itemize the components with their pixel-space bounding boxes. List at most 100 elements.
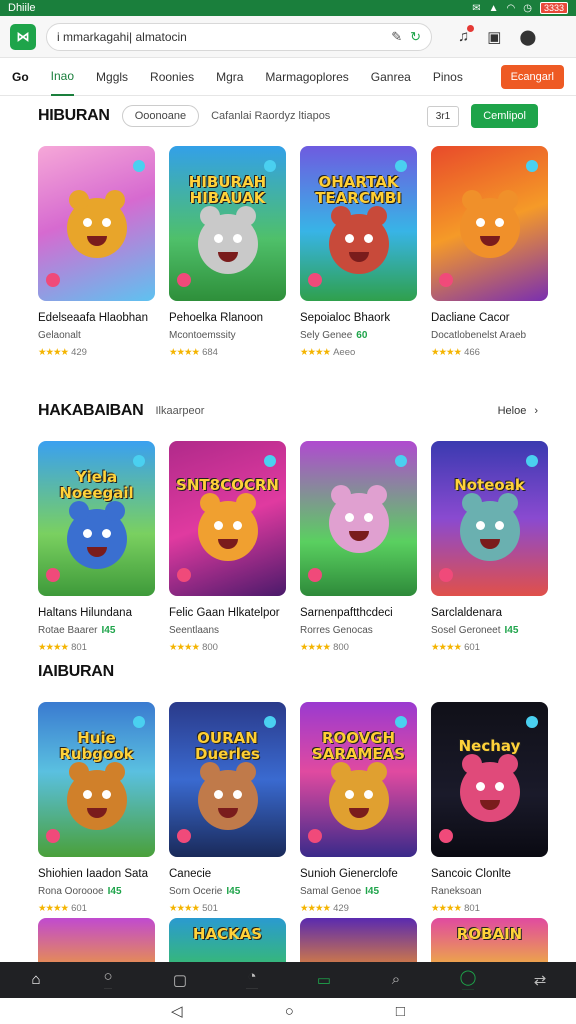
bottom-nav-item[interactable]: ⌕ [366,971,426,989]
game-thumbnail[interactable] [431,146,548,301]
nav-tab[interactable]: Ganrea [371,58,411,96]
nav-tab[interactable]: Mggls [96,58,128,96]
bottom-nav-item[interactable]: ▢ [150,971,210,990]
game-card[interactable]: HIBURAH HIBAUAK Pehoelka Rlanoon Mcontoems… [169,146,286,358]
game-title[interactable]: Felic Gaan Hlkatelpor [169,607,286,619]
game-thumbnail[interactable] [38,146,155,301]
home-icon[interactable]: ○ [285,1003,294,1020]
game-thumbnail[interactable] [300,918,417,962]
nav-tab[interactable]: Marmagoplores [265,58,348,96]
game-card[interactable]: Nechay Sancoic Clonlte Raneksoan ★★★★ 801 [431,702,548,914]
nav-tab[interactable]: Roonies [150,58,194,96]
game-title[interactable]: Haltans Hilundana [38,607,155,619]
game-card[interactable]: HACKAS [169,918,286,962]
game-card[interactable]: Dacliane Cacor Docatlobenelst Araeb ★★★★ 46… [431,146,548,358]
nav-tab[interactable]: Pinos [433,58,463,96]
site-logo-icon[interactable]: ⋈ [10,23,36,50]
bottom-nav-item[interactable]: ◔ ······ [222,968,282,992]
cta-button[interactable]: Ecangarl [500,64,564,89]
bottom-nav-item[interactable]: ⌂ [6,971,66,989]
url-bar[interactable]: i mmarkagahi| almatocin ✎ ↻ [46,22,432,51]
game-title[interactable]: Shiohien Iaadon Sata [38,868,155,880]
game-title[interactable]: Canecie [169,868,286,880]
game-thumbnail[interactable]: ROBAIN [431,918,548,962]
refresh-icon[interactable]: ↻ [410,29,421,45]
game-thumbnail[interactable]: OHARTAK TEARCMBI [300,146,417,301]
game-provider: Rona Ooroooe I45 [38,886,155,897]
game-card[interactable] [300,918,417,962]
game-title[interactable]: Sarnenpaftthcdeci [300,607,417,619]
game-card[interactable]: Edelseaafa Hlaobhan Gelaonalt ★★★★ 429 [38,146,155,358]
game-thumbnail[interactable]: ROOVGH SARAMEAS [300,702,417,857]
game-title[interactable]: Sunioh Gienerclofe [300,868,417,880]
game-card[interactable]: Sarnenpaftthcdeci Rorres Genocas ★★★★ 800 [300,441,417,653]
transfer-icon: ⇄ [533,971,547,989]
browser-toolbar: ⋈ i mmarkagahi| almatocin ✎ ↻ ♫ ▣ ⬤ [0,16,576,58]
game-title[interactable]: Sepoialoc Bhaork [300,312,417,324]
decor-ball [395,716,407,728]
game-rating: ★★★★ 800 [300,642,417,653]
nav-tab[interactable]: Mgra [216,58,243,96]
game-card[interactable] [38,918,155,962]
game-card[interactable]: Huie Rubgook Shiohien Iaadon Sata Rona Oor… [38,702,155,914]
game-provider: Rorres Genocas [300,625,417,636]
bottom-nav-label: ······ [462,986,474,993]
game-provider: Gelaonalt [38,330,155,341]
game-card[interactable]: Noteoak Sarclaldenara Sosel Geroneet I45 ★★★… [431,441,548,653]
message-icon: ✉ [472,2,481,14]
bottom-nav-item[interactable]: ◯ ······ [438,968,498,993]
page-indicator[interactable]: 3r1 [426,105,460,127]
system-nav-bar: ◁ ○ □ [0,998,576,1024]
section-header: HAKABAIBAN Ilkaarpeor Heloe › [0,393,576,429]
bottom-nav-item[interactable]: ○ ···· [78,968,138,992]
bottom-nav-item[interactable]: ⇄ [510,971,570,990]
game-thumbnail[interactable]: Yiela Noeegail [38,441,155,596]
provider-name: Sosel Geroneet [431,625,501,636]
game-thumbnail[interactable]: Huie Rubgook [38,702,155,857]
status-bar: Dhiile ✉ ▲ ◠ ◷ 3333 [0,0,576,16]
tabs-icon[interactable]: ▣ [487,28,501,46]
game-thumbnail[interactable]: HACKAS [169,918,286,962]
game-title[interactable]: Sarclaldenara [431,607,548,619]
game-title[interactable]: Sancoic Clonlte [431,868,548,880]
game-title[interactable]: Dacliane Cacor [431,312,548,324]
game-thumbnail[interactable] [38,918,155,962]
bottom-nav-item[interactable]: ▭ [294,971,354,990]
decor-ball [264,716,276,728]
star-icons: ★★★★ [300,903,331,914]
game-title[interactable]: Pehoelka Rlanoon [169,312,286,324]
decor-ball [308,829,322,843]
battery-indicator: 3333 [539,2,568,14]
star-icons: ★★★★ [431,347,462,358]
game-thumbnail[interactable]: Nechay [431,702,548,857]
filter-pill[interactable]: Ooonoane [121,105,200,127]
game-card[interactable]: ROBAIN [431,918,548,962]
star-icons: ★★★★ [169,903,200,914]
back-icon[interactable]: ◁ [171,1002,183,1020]
url-text[interactable]: i mmarkagahi| almatocin [57,30,383,44]
nav-tab-active[interactable]: Inao [50,58,75,96]
provider-tag: I45 [365,886,380,897]
game-thumbnail[interactable]: Noteoak [431,441,548,596]
star-icons: ★★★★ [38,642,69,653]
game-title[interactable]: Edelseaafa Hlaobhan [38,312,155,324]
game-thumbnail[interactable]: HIBURAH HIBAUAK [169,146,286,301]
game-card[interactable]: OHARTAK TEARCMBI Sepoialoc Bhaork Sely Gen… [300,146,417,358]
decor-ball [526,160,538,172]
game-thumbnail[interactable] [300,441,417,596]
game-card[interactable]: Yiela Noeegail Haltans Hilundana Rotae Baa… [38,441,155,653]
section-iaiburan: IAIBURAN Huie Rubgook Shiohien Iaadon Sat… [0,654,576,914]
recents-icon[interactable]: □ [396,1003,405,1020]
game-card[interactable]: ROOVGH SARAMEAS Sunioh Gienerclofe Samal G… [300,702,417,914]
nav-tab-home[interactable]: Go [12,58,29,96]
game-thumbnail[interactable]: SNT8COCRN [169,441,286,596]
game-card[interactable]: SNT8COCRN Felic Gaan Hlkatelpor Seentlaans… [169,441,286,653]
edit-icon[interactable]: ✎ [391,29,402,45]
notifications-icon[interactable]: ♫ [458,25,475,45]
section-action-button[interactable]: Cemlipol [471,104,538,128]
game-thumbnail[interactable]: OURAN Duerles [169,702,286,857]
game-card[interactable]: OURAN Duerles Canecie Sorn Ocerie I45 ★★★★ 50… [169,702,286,914]
decor-ball [264,160,276,172]
see-more-link[interactable]: Heloe › [498,405,538,417]
location-icon[interactable]: ⬤ [519,28,536,46]
